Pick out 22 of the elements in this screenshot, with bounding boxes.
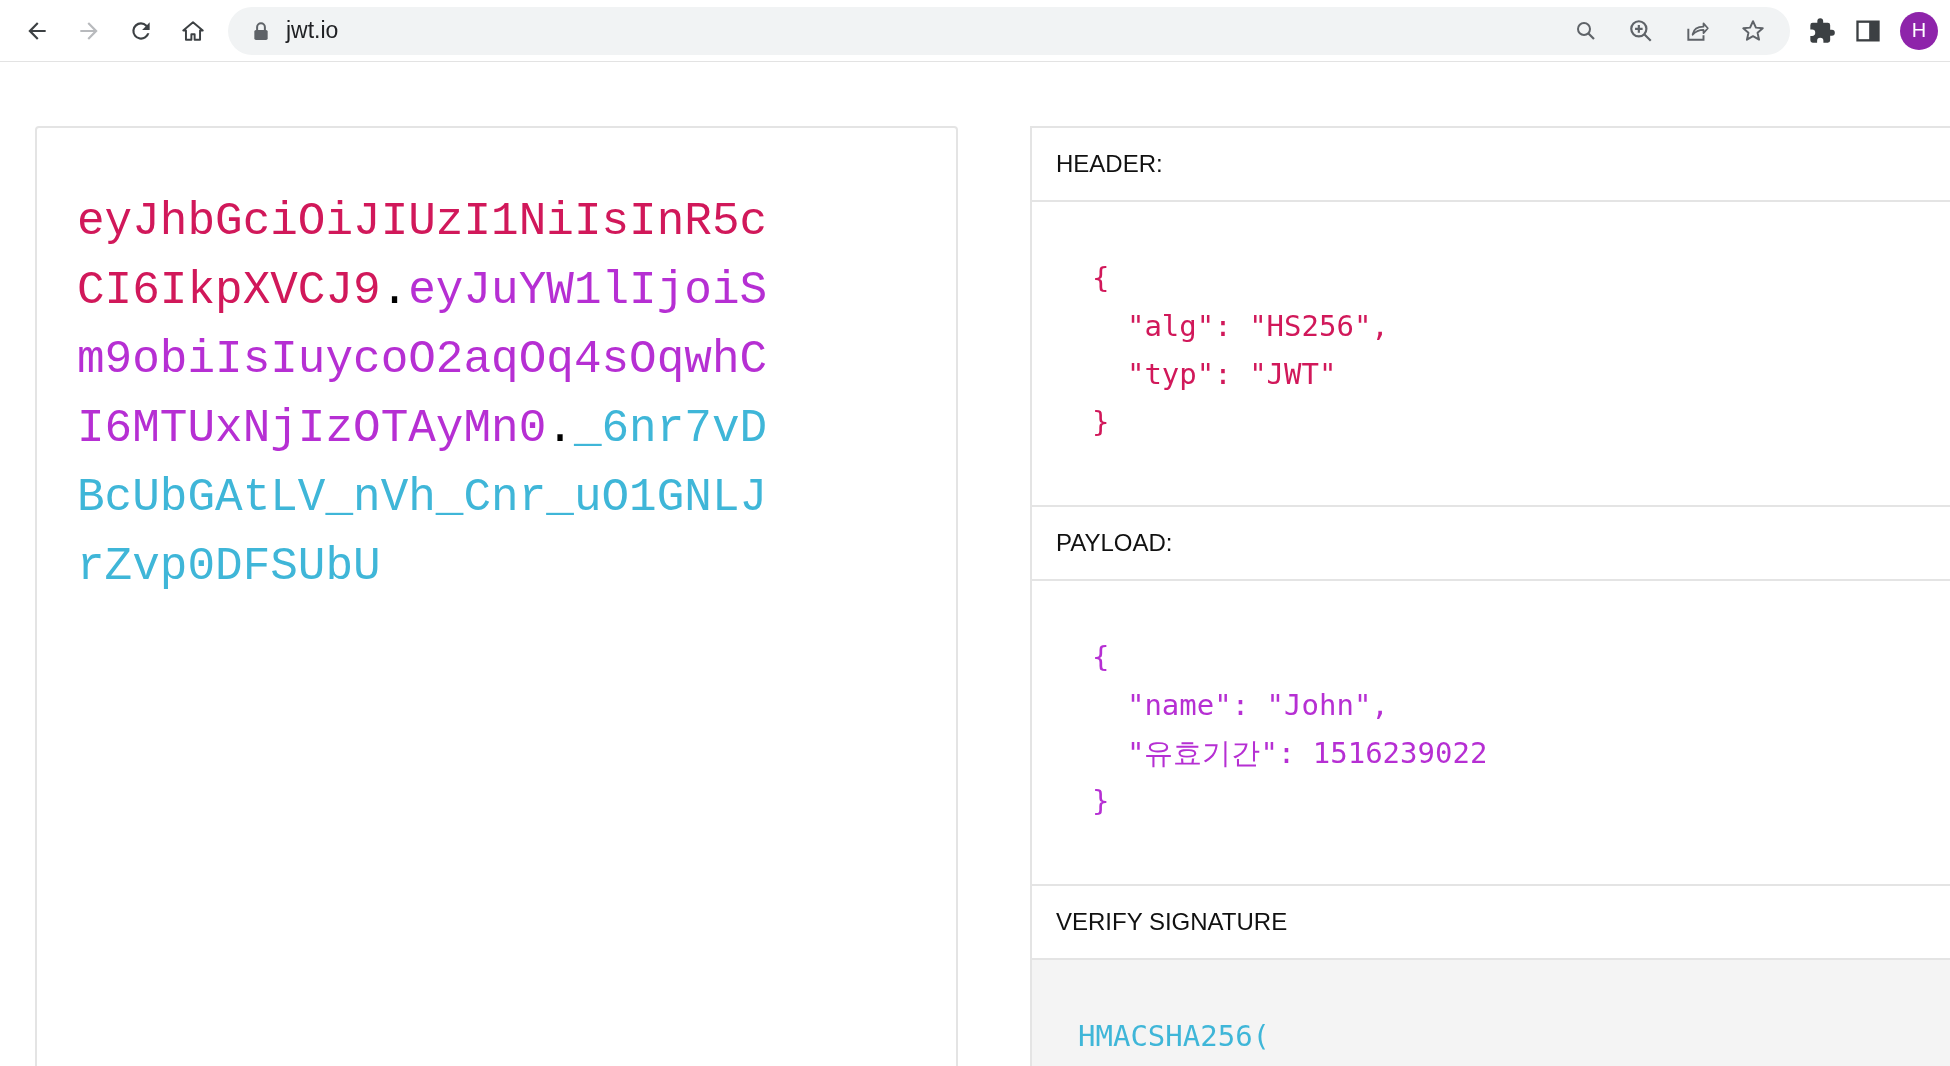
code-line: HMACSHA256(	[1078, 1018, 1272, 1055]
section-title: PAYLOAD:	[1056, 529, 1173, 557]
zoom-in-icon[interactable]	[1628, 17, 1654, 44]
section-title: HEADER:	[1056, 150, 1163, 178]
code-line: {	[1092, 639, 1111, 676]
code-line: "alg": "HS256",	[1125, 308, 1390, 345]
code-line: "typ": "JWT"	[1125, 356, 1338, 393]
code-line: }	[1092, 783, 1111, 820]
code-line: "유효기간": 1516239022	[1125, 735, 1489, 772]
url-text: jwt.io	[286, 17, 339, 44]
section-title: VERIFY SIGNATURE	[1056, 908, 1288, 936]
encoded-token[interactable]: eyJhbGciOiJIUzI1NiIsInR5cCI6IkpXVCJ9.eyJuYW1lIjoiSm9obiIsIuycoO2aqOq4sOqwhCI6MTUxNjIzOTAyMn0._6nr7vDBcUbGAtLV_nVh_Cnr_uO1GNLJrZvp0DFSUbU	[77, 188, 768, 602]
profile-avatar[interactable]: H	[1900, 11, 1938, 50]
lock-icon	[252, 20, 270, 41]
code-editor[interactable]: { "name": "John", "유효기간": 1516239022 }	[1032, 581, 1950, 886]
code-editor[interactable]: { "alg": "HS256", "typ": "JWT" }	[1032, 202, 1950, 507]
code-line: "name": "John",	[1125, 687, 1390, 724]
code-line: }	[1092, 404, 1111, 441]
address-bar[interactable]: jwt.io	[228, 6, 1790, 55]
code-line: {	[1092, 260, 1111, 297]
puzzle-icon[interactable]	[1808, 16, 1836, 45]
star-icon[interactable]	[1740, 17, 1766, 44]
